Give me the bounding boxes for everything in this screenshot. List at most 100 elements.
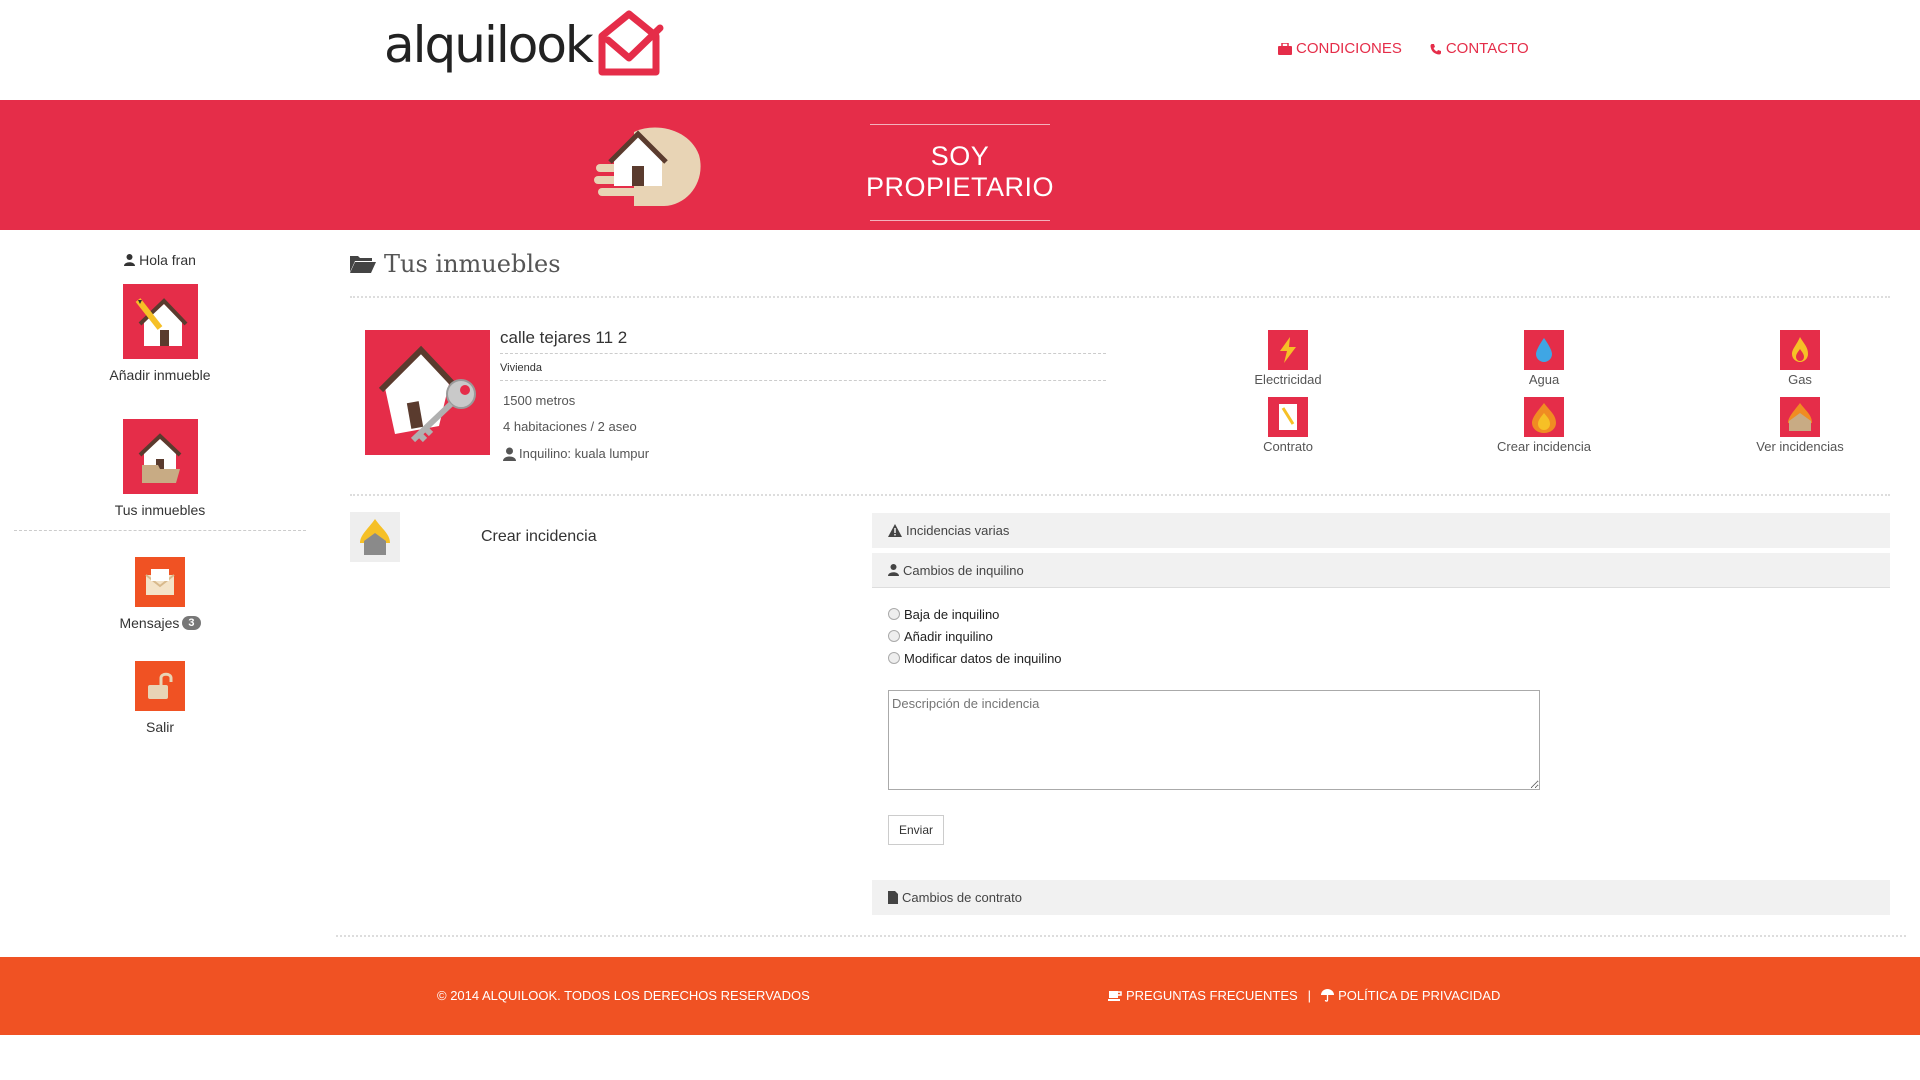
banner-title: SOY PROPIETARIO (865, 141, 1055, 202)
radio-modificar-inquilino[interactable] (888, 652, 900, 664)
action-label-crear-incidencia: Crear incidencia (1497, 439, 1591, 454)
option-label-modificar-inquilino: Modificar datos de inquilino (904, 650, 1062, 666)
nav-condiciones-link[interactable]: CONDICIONES (1278, 40, 1402, 57)
action-crear-incidencia[interactable]: Crear incidencia (1416, 397, 1672, 454)
sidebar-item-my-properties[interactable]: Tus inmuebles (14, 419, 306, 518)
copyright-text: © 2014 ALQUILOOK. TODOS LOS DERECHOS RES… (437, 988, 810, 1003)
option-modificar-inquilino[interactable]: Modificar datos de inquilino (888, 649, 1062, 667)
folder-open-icon (350, 256, 376, 273)
sidebar-label-messages: Mensajes 3 (119, 615, 201, 631)
umbrella-icon (1321, 989, 1335, 1002)
logo[interactable]: alquilook (384, 10, 664, 80)
action-electricidad[interactable]: Electricidad (1160, 330, 1416, 387)
property-divider (350, 494, 1890, 496)
user-icon (124, 254, 136, 266)
lightning-icon (1268, 330, 1308, 370)
house-key-icon (378, 345, 476, 443)
water-drop-icon (1524, 330, 1564, 370)
action-label-gas: Gas (1788, 372, 1812, 387)
flame-icon (1780, 330, 1820, 370)
document-icon (888, 891, 898, 904)
hand-house-icon (594, 127, 701, 206)
padlock-icon (135, 661, 185, 711)
property-tenant: Inquilino: kuala lumpur (500, 446, 1106, 461)
action-ver-incidencias[interactable]: Ver incidencias (1672, 397, 1920, 454)
house-folder-icon (122, 419, 198, 494)
section-divider (350, 296, 1890, 298)
accordion-cambios-contrato[interactable]: Cambios de contrato (872, 880, 1890, 915)
accordion-incidencias-varias[interactable]: Incidencias varias (872, 513, 1890, 548)
briefcase-icon (1278, 42, 1292, 55)
option-label-baja-inquilino: Baja de inquilino (904, 606, 1000, 622)
footer-separator: | (1307, 988, 1312, 1003)
action-label-contrato: Contrato (1263, 439, 1313, 454)
privacy-link[interactable]: POLÍTICA DE PRIVACIDAD (1321, 988, 1500, 1003)
footer: © 2014 ALQUILOOK. TODOS LOS DERECHOS RES… (0, 957, 1920, 1035)
greeting-text: Hola fran (139, 252, 196, 268)
property-size: 1500 metros (503, 393, 576, 408)
user-icon (503, 447, 516, 461)
action-contrato[interactable]: Contrato (1160, 397, 1416, 454)
main-content: Tus inmuebles (350, 240, 1890, 278)
sidebar: Hola fran Añadir inmueble Tus inmuebles … (14, 240, 306, 735)
action-gas[interactable]: Gas (1672, 330, 1920, 387)
sidebar-item-logout[interactable]: Salir (14, 661, 306, 735)
contract-icon (1268, 397, 1308, 437)
privacy-link-label: POLÍTICA DE PRIVACIDAD (1338, 988, 1501, 1003)
option-anadir-inquilino[interactable]: Añadir inquilino (888, 627, 1062, 645)
action-label-agua: Agua (1528, 372, 1560, 387)
accordion-label-cambios-inquilino: Cambios de inquilino (903, 562, 1024, 578)
coffee-icon (1108, 991, 1122, 1001)
property-actions: Electricidad Agua Gas Contrato Crear inc… (1160, 330, 1900, 454)
faq-link-label: PREGUNTAS FRECUENTES (1126, 988, 1298, 1003)
sidebar-divider (14, 530, 306, 531)
warning-icon (888, 524, 902, 537)
option-baja-inquilino[interactable]: Baja de inquilino (888, 605, 1062, 623)
action-label-electricidad: Electricidad (1254, 372, 1322, 387)
nav-condiciones-label: CONDICIONES (1296, 40, 1402, 57)
section-title-text: Tus inmuebles (384, 250, 561, 278)
property-title[interactable]: calle tejares 11 2 (500, 328, 1106, 354)
property-tenant-text: Inquilino: kuala lumpur (519, 446, 650, 461)
action-agua[interactable]: Agua (1416, 330, 1672, 387)
tenant-change-options: Baja de inquilino Añadir inquilino Modif… (888, 605, 1062, 671)
house-fire-icon (1780, 397, 1820, 437)
property-type: Vivienda (500, 354, 1106, 381)
logo-house-mail-icon (598, 10, 664, 76)
send-button[interactable]: Enviar (888, 815, 944, 845)
logo-text: alquilook (384, 16, 594, 74)
top-navbar: alquilook CONDICIONES CONTACTO (0, 0, 1920, 100)
sidebar-label-add-property: Añadir inmueble (109, 367, 211, 383)
option-label-anadir-inquilino: Añadir inquilino (904, 628, 993, 644)
property-rooms: 4 habitaciones / 2 aseo (503, 419, 637, 434)
nav-contacto-label: CONTACTO (1445, 40, 1529, 57)
content-bottom-divider (336, 935, 1906, 937)
envelope-icon (135, 557, 185, 607)
incidence-description-textarea[interactable] (888, 690, 1540, 790)
accordion-cambios-inquilino[interactable]: Cambios de inquilino (872, 553, 1890, 588)
sidebar-label-my-properties: Tus inmuebles (114, 502, 206, 518)
create-incidence-title: Crear incidencia (481, 528, 597, 545)
sidebar-item-add-property[interactable]: Añadir inmueble (14, 284, 306, 383)
nav-contacto-link[interactable]: CONTACTO (1430, 40, 1529, 57)
radio-baja-inquilino[interactable] (888, 608, 900, 620)
action-label-ver-incidencias: Ver incidencias (1756, 439, 1844, 454)
sidebar-label-logout: Salir (145, 719, 174, 735)
user-icon (888, 564, 899, 576)
property-info: calle tejares 11 2 Vivienda 1500 metros … (500, 328, 1106, 461)
fire-house-icon (350, 512, 400, 562)
messages-count-badge: 3 (182, 616, 201, 630)
property-image[interactable] (365, 330, 490, 455)
accordion-label-cambios-contrato: Cambios de contrato (902, 890, 1022, 905)
section-title: Tus inmuebles (350, 250, 1890, 278)
banner-line-bottom (870, 220, 1050, 221)
radio-anadir-inquilino[interactable] (888, 630, 900, 642)
phone-icon (1430, 43, 1441, 54)
accordion-label-incidencias-varias: Incidencias varias (906, 523, 1010, 538)
greeting: Hola fran (14, 252, 306, 268)
add-house-icon (122, 284, 198, 359)
fire-icon (1524, 397, 1564, 437)
messages-label: Mensajes (119, 615, 180, 631)
sidebar-item-messages[interactable]: Mensajes 3 (14, 557, 306, 631)
faq-link[interactable]: PREGUNTAS FRECUENTES (1108, 988, 1298, 1003)
